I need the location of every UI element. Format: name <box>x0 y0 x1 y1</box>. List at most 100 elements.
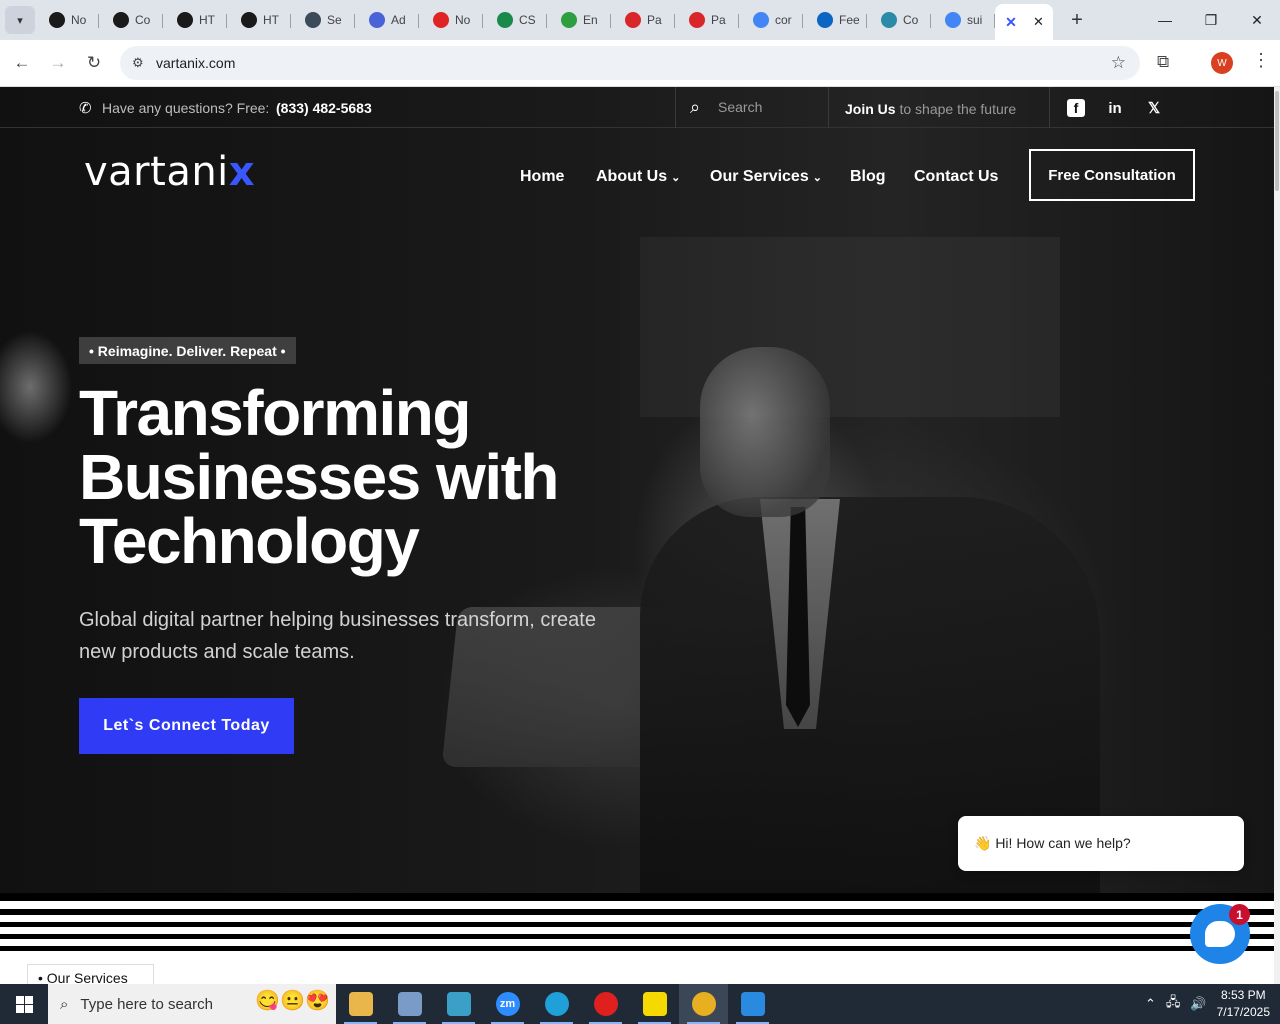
chat-greeting-bubble[interactable]: 👋 Hi! How can we help? <box>958 816 1244 871</box>
browser-tab[interactable]: Pa <box>611 4 675 36</box>
nav-blog[interactable]: Blog <box>850 168 886 186</box>
logo-text: vartani <box>84 149 229 195</box>
taskbar-app[interactable] <box>336 984 385 1024</box>
nav-about-us[interactable]: About Us ⌄ <box>596 168 680 186</box>
browser-tab[interactable]: No <box>419 4 483 36</box>
join-us-link[interactable]: Join Us to shape the future <box>845 101 1016 117</box>
tab-search-button[interactable]: ▾ <box>5 6 35 34</box>
evernote-icon <box>561 12 577 28</box>
minimize-button[interactable]: — <box>1142 0 1188 40</box>
tab-label: cor <box>775 13 792 27</box>
tab-label: Pa <box>647 13 662 27</box>
taskbar-app[interactable] <box>581 984 630 1024</box>
extensions-icon[interactable]: ⧉ <box>1157 52 1169 72</box>
phone-icon: ✆ <box>79 100 92 117</box>
join-us-bold: Join Us <box>845 101 896 117</box>
windows-icon <box>15 995 33 1013</box>
vscode-icon <box>740 992 765 1016</box>
stripe <box>0 909 1274 915</box>
stripe <box>0 934 1274 939</box>
url-text[interactable]: vartanix.com <box>156 55 235 71</box>
facebook-icon[interactable]: f <box>1067 99 1085 117</box>
profile-avatar[interactable]: W <box>1211 52 1233 74</box>
search-icon[interactable]: ⌕ <box>690 97 700 118</box>
site-info-icon[interactable]: ⚙ <box>132 55 156 71</box>
openai-icon <box>241 12 257 28</box>
browser-tab[interactable]: HT <box>163 4 227 36</box>
free-consultation-button[interactable]: Free Consultation <box>1029 149 1195 201</box>
close-window-button[interactable]: ✕ <box>1234 0 1280 40</box>
clock[interactable]: 8:53 PM 7/17/2025 <box>1217 987 1270 1021</box>
reload-button[interactable]: ↻ <box>76 45 112 81</box>
tab-label: Ad <box>391 13 406 27</box>
youtube-icon <box>433 12 449 28</box>
browser-tab[interactable]: cor <box>739 4 803 36</box>
bookmark-star-icon[interactable]: ☆ <box>1111 53 1126 73</box>
browser-tab[interactable]: No <box>35 4 99 36</box>
page-scrollbar[interactable] <box>1274 87 1280 984</box>
back-button[interactable]: ← <box>4 45 40 81</box>
google-icon <box>753 12 769 28</box>
browser-menu-icon[interactable]: ⋮ <box>1252 50 1270 71</box>
taskbar-app[interactable] <box>728 984 777 1024</box>
browser-tab[interactable]: Co <box>99 4 163 36</box>
tab-label: sui <box>967 13 983 27</box>
new-tab-button[interactable]: + <box>1063 6 1091 34</box>
browser-toolbar: ← → ↻ ⚙ vartanix.com ☆ <box>0 40 1280 87</box>
taskbar-app[interactable] <box>434 984 483 1024</box>
taskbar-app[interactable]: zm <box>483 984 532 1024</box>
close-tab-icon[interactable]: ✕ <box>1033 14 1044 30</box>
logo-x: x <box>228 149 256 195</box>
linkedin-icon[interactable]: in <box>1106 99 1124 117</box>
nav-home[interactable]: Home <box>520 168 564 186</box>
tab-active-vartanix[interactable]: ✕ ✕ <box>995 4 1053 40</box>
chat-unread-badge: 1 <box>1229 904 1250 925</box>
windows-taskbar: ⌕ Type here to search 😋😐😍 zm ⌃ 🖧 🔊 8:53 … <box>0 984 1280 1024</box>
nav-contact-us[interactable]: Contact Us <box>914 168 998 186</box>
openai-icon <box>113 12 129 28</box>
x-icon[interactable]: 𝕏 <box>1145 99 1163 117</box>
address-bar[interactable]: ⚙ vartanix.com ☆ <box>120 46 1140 80</box>
webpage: ✆ Have any questions? Free: (833) 482-56… <box>0 87 1274 984</box>
site-search-input[interactable] <box>718 99 818 115</box>
browser-tab[interactable]: CS <box>483 4 547 36</box>
browser-tab[interactable]: Pa <box>675 4 739 36</box>
nav-services-label: Our Services <box>710 168 809 185</box>
phone-number-link[interactable]: (833) 482-5683 <box>276 100 372 116</box>
browser-tab[interactable]: sui <box>931 4 995 36</box>
forward-button[interactable]: → <box>40 45 76 81</box>
tab-label: Co <box>135 13 151 27</box>
volume-icon[interactable]: 🔊 <box>1190 996 1206 1012</box>
chevron-up-icon[interactable]: ⌃ <box>1145 996 1156 1012</box>
browser-tab[interactable]: Ad <box>355 4 419 36</box>
vartanix-icon: ✕ <box>1005 13 1017 30</box>
browser-tab[interactable]: Co <box>867 4 931 36</box>
taskbar-app[interactable] <box>679 984 728 1024</box>
taskbar-app[interactable] <box>385 984 434 1024</box>
app-icon <box>881 12 897 28</box>
nav-our-services[interactable]: Our Services ⌄ <box>710 168 822 186</box>
clock-date: 7/17/2025 <box>1216 1005 1270 1019</box>
headline-line: Businesses with <box>79 441 560 513</box>
taskbar-app[interactable] <box>630 984 679 1024</box>
browser-tab[interactable]: HT <box>227 4 291 36</box>
tab-label: Fee <box>839 13 860 27</box>
browser-tab[interactable]: En <box>547 4 611 36</box>
scrollbar-thumb[interactable] <box>1275 91 1279 191</box>
taskbar-search[interactable]: ⌕ Type here to search 😋😐😍 <box>48 984 336 1024</box>
vartanix-logo[interactable]: vartanix <box>84 149 255 195</box>
browser-tab[interactable]: Fee <box>803 4 867 36</box>
chevron-down-icon: ⌄ <box>812 172 822 184</box>
network-icon[interactable]: 🖧 <box>1166 993 1181 1015</box>
hero-section: ✆ Have any questions? Free: (833) 482-56… <box>0 87 1274 897</box>
start-button[interactable] <box>0 984 48 1024</box>
file-explorer-icon <box>348 992 373 1016</box>
taskbar-app[interactable] <box>532 984 581 1024</box>
connect-cta-button[interactable]: Let`s Connect Today <box>79 698 294 754</box>
restore-button[interactable]: ❐ <box>1188 0 1234 40</box>
browser-tab[interactable]: Se <box>291 4 355 36</box>
headline-line: Transforming <box>79 377 471 449</box>
paint-icon <box>397 992 422 1016</box>
emoji-decoration-icon: 😋😐😍 <box>255 990 330 1012</box>
hero-headline: Transforming Businesses with Technology <box>79 381 639 573</box>
